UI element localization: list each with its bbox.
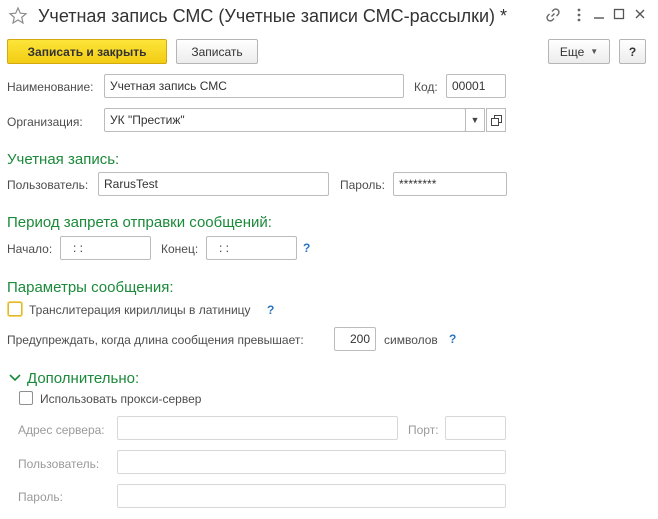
extra-section-heading[interactable]: Дополнительно:: [27, 370, 139, 388]
more-button-label: Еще: [559, 44, 585, 59]
warn-length-input[interactable]: 200: [334, 327, 376, 351]
help-button[interactable]: ?: [619, 39, 646, 64]
name-input[interactable]: Учетная запись СМС: [104, 74, 404, 98]
organization-dropdown-button[interactable]: ▼: [465, 108, 485, 132]
proxy-checkbox[interactable]: [19, 391, 33, 405]
code-input[interactable]: 00001: [446, 74, 506, 98]
save-and-close-button[interactable]: Записать и закрыть: [7, 39, 167, 64]
more-options-icon[interactable]: [575, 7, 583, 26]
dropdown-arrow-icon: ▼: [470, 115, 480, 125]
open-window-icon: [490, 114, 502, 126]
organization-open-button[interactable]: [486, 108, 506, 132]
organization-input[interactable]: УК "Престиж": [104, 108, 466, 132]
account-user-label: Пользователь:: [7, 178, 89, 192]
chevron-down-icon: ▼: [590, 47, 599, 56]
period-start-input[interactable]: : :: [60, 236, 151, 260]
maximize-icon[interactable]: [612, 7, 626, 24]
code-label: Код:: [414, 80, 438, 94]
window-title: Учетная запись СМС (Учетные записи СМС-р…: [38, 6, 508, 26]
translit-help-icon[interactable]: ?: [267, 303, 274, 317]
server-address-label: Адрес сервера:: [18, 423, 105, 437]
organization-label: Организация:: [7, 115, 83, 129]
translit-checkbox[interactable]: [8, 302, 22, 316]
minimize-icon[interactable]: [592, 7, 606, 24]
port-input[interactable]: [445, 416, 506, 440]
translit-label[interactable]: Транслитерация кириллицы в латиницу: [29, 303, 251, 317]
link-icon[interactable]: [545, 7, 561, 26]
period-start-label: Начало:: [7, 242, 53, 256]
account-password-input[interactable]: ********: [393, 172, 507, 196]
warn-length-label: Предупреждать, когда длина сообщения пре…: [7, 333, 304, 347]
more-button[interactable]: Еще ▼: [548, 39, 610, 64]
period-section-heading: Период запрета отправки сообщений:: [7, 214, 272, 231]
close-icon[interactable]: [633, 7, 647, 24]
port-label: Порт:: [408, 423, 439, 437]
favorite-star-icon[interactable]: [8, 6, 28, 29]
save-button[interactable]: Записать: [176, 39, 258, 64]
proxy-password-label: Пароль:: [18, 490, 63, 504]
name-label: Наименование:: [7, 80, 94, 94]
account-password-label: Пароль:: [340, 178, 385, 192]
warn-length-help-icon[interactable]: ?: [449, 332, 456, 346]
server-address-input[interactable]: [117, 416, 398, 440]
chevron-down-icon[interactable]: [8, 372, 22, 386]
proxy-label[interactable]: Использовать прокси-сервер: [40, 392, 201, 406]
period-end-label: Конец:: [161, 242, 199, 256]
warn-length-unit: символов: [384, 333, 438, 347]
message-section-heading: Параметры сообщения:: [7, 279, 174, 296]
proxy-password-input[interactable]: [117, 484, 506, 508]
period-help-icon[interactable]: ?: [303, 241, 310, 255]
period-end-input[interactable]: : :: [206, 236, 297, 260]
account-user-input[interactable]: RarusTest: [98, 172, 329, 196]
account-section-heading: Учетная запись:: [7, 151, 120, 168]
proxy-user-label: Пользователь:: [18, 457, 100, 471]
proxy-user-input[interactable]: [117, 450, 506, 474]
